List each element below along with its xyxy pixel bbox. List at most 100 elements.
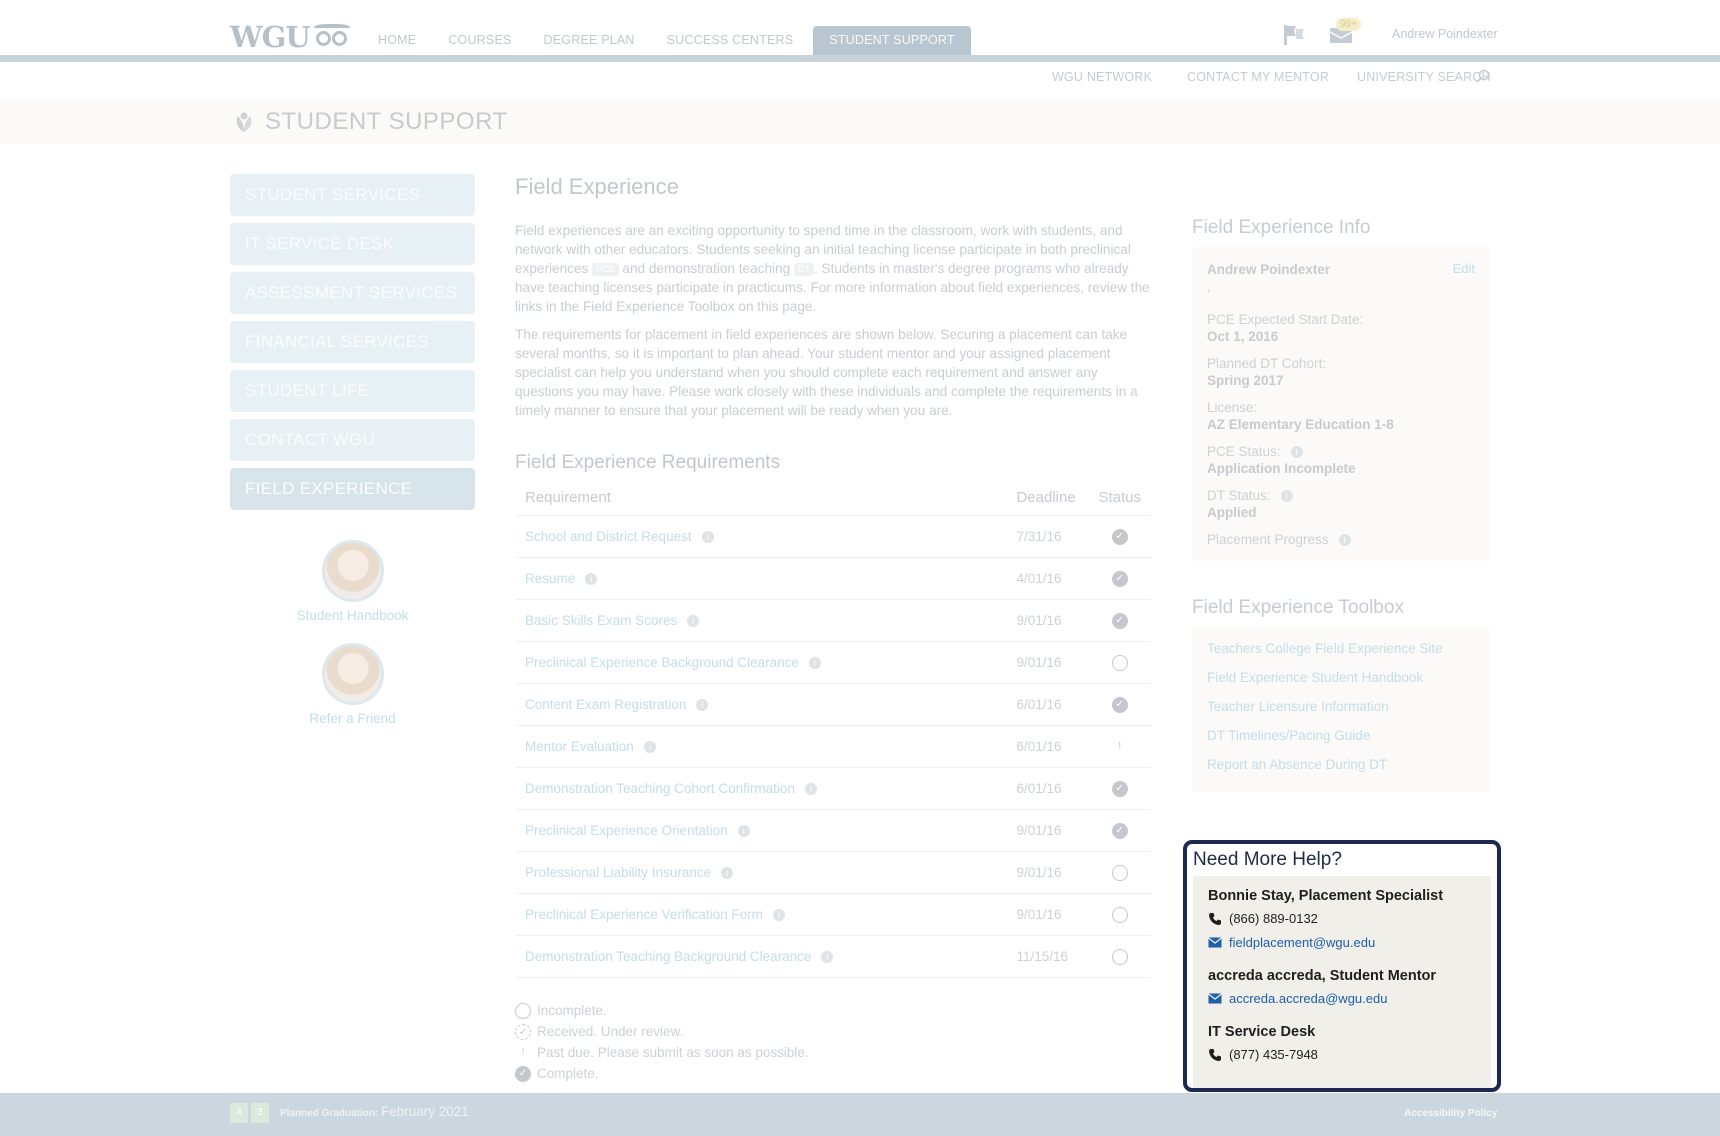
info-icon[interactable]: i (687, 615, 700, 627)
contact-email[interactable]: fieldplacement@wgu.edu (1208, 935, 1476, 950)
requirement-status: ✓ (1088, 515, 1151, 558)
requirement-deadline: 9/01/16 (1006, 809, 1089, 852)
nav-courses[interactable]: COURSES (432, 26, 527, 55)
nav-success-centers[interactable]: SUCCESS CENTERS (651, 26, 810, 55)
requirement-link[interactable]: Preclinical Experience Orientation i (515, 809, 1007, 852)
info-icon[interactable]: i (721, 867, 734, 879)
info-icon[interactable]: i (772, 909, 785, 921)
info-icon[interactable]: i (1290, 446, 1303, 458)
edit-link[interactable]: Edit (1453, 261, 1475, 276)
toolbox-link-report-absence[interactable]: Report an Absence During DT (1207, 757, 1475, 776)
contact-name: Bonnie Stay, Placement Specialist (1208, 888, 1444, 904)
requirement-status (1088, 893, 1151, 936)
contact-email[interactable]: accreda.accreda@wgu.edu (1208, 991, 1476, 1006)
sidebar-item-field-experience[interactable]: FIELD EXPERIENCE (230, 468, 475, 510)
requirement-status: ✓ (1088, 767, 1151, 810)
contact-mentor-link[interactable]: CONTACT MY MENTOR (1187, 70, 1329, 84)
info-icon[interactable]: i (585, 573, 598, 585)
nav-home[interactable]: HOME (362, 26, 432, 55)
email-link: accreda.accreda@wgu.edu (1229, 991, 1388, 1006)
table-row: Basic Skills Exam Scores i 9/01/16 ✓ (515, 599, 1151, 642)
info-panel: Andrew Poindexter Edit , PCE Expected St… (1192, 247, 1490, 561)
planned-graduation-label: Planned Graduation: (280, 1108, 379, 1119)
sidebar-item-student-life[interactable]: STUDENT LIFE (230, 370, 475, 412)
student-handbook-link[interactable]: Student Handbook (230, 540, 475, 623)
refer-a-friend-label: Refer a Friend (309, 711, 396, 726)
envelope-icon (1208, 937, 1222, 948)
sidebar-item-student-services[interactable]: STUDENT SERVICES (230, 174, 475, 216)
requirement-status: ✓ (1088, 557, 1151, 600)
user-name[interactable]: Andrew Poindexter (1392, 27, 1498, 41)
status-past-due-icon: ! (521, 1046, 525, 1058)
term-pill[interactable]: 4 (230, 1103, 248, 1123)
toolbox-link-student-handbook[interactable]: Field Experience Student Handbook (1207, 670, 1475, 689)
info-icon[interactable]: i (737, 825, 750, 837)
info-icon[interactable]: i (701, 531, 714, 543)
toolbox-link-licensure-info[interactable]: Teacher Licensure Information (1207, 699, 1475, 718)
pce-start-field: PCE Expected Start Date: Oct 1, 2016 (1207, 312, 1475, 344)
dt-status-field: DT Status: i Applied (1207, 488, 1475, 520)
contact-name: IT Service Desk (1208, 1024, 1316, 1040)
toolbox-link-dt-timelines[interactable]: DT Timelines/Pacing Guide (1207, 728, 1475, 747)
university-search-link[interactable]: UNIVERSITY SEARCH (1357, 70, 1491, 84)
requirement-name: Basic Skills Exam Scores (525, 613, 678, 628)
sidebar-item-contact-wgu[interactable]: CONTACT WGU (230, 419, 475, 461)
requirement-link[interactable]: Resume i (515, 557, 1007, 600)
status-incomplete-icon (1111, 654, 1128, 671)
flag-icon[interactable] (1282, 24, 1306, 46)
nav-student-support[interactable]: STUDENT SUPPORT (813, 26, 971, 55)
requirement-link[interactable]: Professional Liability Insurance i (515, 851, 1007, 894)
requirement-link[interactable]: Demonstration Teaching Background Cleara… (515, 935, 1007, 978)
table-row: Demonstration Teaching Background Cleara… (515, 935, 1151, 978)
requirement-link[interactable]: Demonstration Teaching Cohort Confirmati… (515, 767, 1007, 810)
accessibility-policy-link[interactable]: Accessibility Policy (1404, 1108, 1497, 1119)
pce-start-value: Oct 1, 2016 (1207, 329, 1279, 344)
wgu-network-link[interactable]: WGU NETWORK (1052, 70, 1152, 84)
help-title: Need More Help? (1193, 849, 1342, 870)
sidebar-item-it-service-desk[interactable]: IT SERVICE DESK (230, 223, 475, 265)
contact-phone[interactable]: (866) 889-0132 (1208, 911, 1476, 926)
requirement-link[interactable]: Preclinical Experience Background Cleara… (515, 641, 1007, 684)
planned-graduation-date: February 2021 (381, 1104, 469, 1119)
nav-degree-plan[interactable]: DEGREE PLAN (528, 26, 651, 55)
notification-badge: 99+ (1336, 18, 1361, 31)
toolbox-link-field-experience-site[interactable]: Teachers College Field Experience Site (1207, 641, 1475, 660)
requirement-link[interactable]: Mentor Evaluation i (515, 725, 1007, 768)
contact-phone[interactable]: (877) 435-7948 (1208, 1047, 1476, 1062)
wgu-logo[interactable]: WGU (230, 20, 350, 54)
info-icon[interactable]: i (804, 783, 817, 795)
license-label: License: (1207, 400, 1258, 415)
need-more-help-panel: Need More Help? Bonnie Stay, Placement S… (1183, 840, 1501, 1092)
status-incomplete-icon (1111, 948, 1128, 965)
term-pill[interactable]: 3 (251, 1103, 269, 1123)
requirement-link[interactable]: Basic Skills Exam Scores i (515, 599, 1007, 642)
requirement-name: Demonstration Teaching Cohort Confirmati… (525, 781, 795, 796)
requirement-status (1088, 641, 1151, 684)
license-value: AZ Elementary Education 1-8 (1207, 417, 1394, 432)
sidebar-item-financial-services[interactable]: FINANCIAL SERVICES (230, 321, 475, 363)
table-row: Mentor Evaluation i 6/01/16! (515, 725, 1151, 768)
deadline-header: Deadline (1006, 485, 1089, 516)
requirement-link[interactable]: Preclinical Experience Verification Form… (515, 893, 1007, 936)
requirement-deadline: 7/31/16 (1006, 515, 1089, 558)
info-icon[interactable]: i (1280, 490, 1293, 502)
right-column: Field Experience Info Andrew Poindexter … (1192, 217, 1490, 792)
contact-name: accreda accreda, Student Mentor (1208, 968, 1437, 984)
status-incomplete-icon (515, 1002, 531, 1019)
requirement-name: Preclinical Experience Verification Form (525, 907, 763, 922)
sidebar-item-assessment-services[interactable]: ASSESSMENT SERVICES (230, 272, 475, 314)
requirement-deadline: 6/01/16 (1006, 767, 1089, 810)
requirement-link[interactable]: Content Exam Registration i (515, 683, 1007, 726)
info-icon[interactable]: i (821, 951, 834, 963)
info-icon[interactable]: i (696, 699, 709, 711)
status-complete-icon: ✓ (1111, 612, 1128, 629)
info-icon[interactable]: i (1338, 534, 1351, 546)
info-icon[interactable]: i (808, 657, 821, 669)
phone-number: (877) 435-7948 (1229, 1047, 1318, 1062)
search-icon[interactable] (1476, 69, 1490, 83)
refer-a-friend-link[interactable]: Refer a Friend (230, 643, 475, 726)
requirement-link[interactable]: School and District Request i (515, 515, 1007, 558)
info-icon[interactable]: i (643, 741, 656, 753)
phone-icon (1209, 1048, 1221, 1061)
requirements-table: Requirement Deadline Status School and D… (515, 485, 1151, 978)
